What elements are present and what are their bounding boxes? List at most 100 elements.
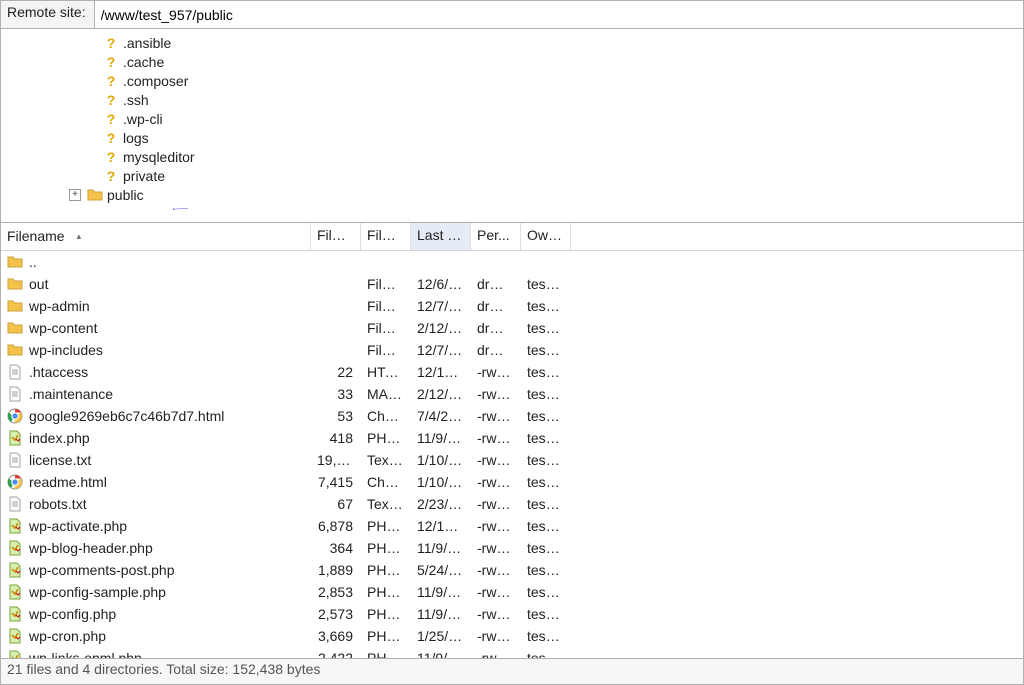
file-owner-label: test ...: [521, 492, 571, 516]
tree-node-label: logs: [123, 130, 149, 146]
column-header-filetype[interactable]: Filet...: [361, 223, 411, 250]
file-permissions-label: -rw-r...: [471, 580, 521, 604]
column-header-permissions[interactable]: Per...: [471, 223, 521, 250]
file-size-label: 67: [311, 492, 361, 516]
file-list-body[interactable]: .. outFile f...12/6/2...drwx...test ... …: [1, 251, 1023, 658]
file-name-label: wp-cron.php: [29, 628, 106, 644]
svg-text:?: ?: [107, 111, 116, 127]
tree-node-label: .ansible: [123, 35, 171, 51]
file-name-label: license.txt: [29, 452, 91, 468]
tree-node-private[interactable]: ? private: [85, 166, 1023, 185]
php-icon: [7, 518, 23, 534]
column-header-owner[interactable]: Own...: [521, 223, 571, 250]
file-name-label: wp-includes: [29, 342, 103, 358]
file-size-label: 1,889: [311, 558, 361, 582]
tree-node-dot-ssh[interactable]: ? .ssh: [85, 90, 1023, 109]
file-row[interactable]: wp-comments-post.php 1,889PHP ...5/24/2..…: [1, 559, 1023, 581]
tree-node-dot-cache[interactable]: ? .cache: [85, 52, 1023, 71]
file-modified-label: [411, 258, 471, 266]
file-type-label: PHP ...: [361, 426, 411, 450]
file-owner-label: test ...: [521, 470, 571, 494]
file-row[interactable]: wp-contentFile f...2/12/2...drwx...test …: [1, 317, 1023, 339]
file-modified-label: 5/24/2...: [411, 558, 471, 582]
file-modified-label: 2/12/2...: [411, 382, 471, 406]
tree-node-public[interactable]: + public: [69, 185, 1023, 204]
file-size-label: 53: [311, 404, 361, 428]
file-modified-label: 12/6/2...: [411, 272, 471, 296]
svg-text:?: ?: [107, 130, 116, 146]
tree-node-label: private: [123, 168, 165, 184]
file-row[interactable]: wp-includesFile f...12/7/2...drwx...test…: [1, 339, 1023, 361]
file-size-label: [311, 258, 361, 266]
file-owner-label: test ...: [521, 646, 571, 658]
file-modified-label: 1/10/2...: [411, 448, 471, 472]
file-row[interactable]: .htaccess22HTA...12/14/...-rw-r...test .…: [1, 361, 1023, 383]
file-type-label: PHP ...: [361, 646, 411, 658]
tree-node-mysqleditor[interactable]: ? mysqleditor: [85, 147, 1023, 166]
file-row[interactable]: ..: [1, 251, 1023, 273]
file-permissions-label: -rw-r...: [471, 558, 521, 582]
tree-node-dot-ansible[interactable]: ? .ansible: [85, 33, 1023, 52]
file-list-header[interactable]: Filename ▴ Files... Filet... Last m... P…: [1, 223, 1023, 251]
file-modified-label: 12/7/2...: [411, 294, 471, 318]
file-permissions-label: drwx...: [471, 272, 521, 296]
file-type-label: Text ...: [361, 492, 411, 516]
file-row[interactable]: .maintenance33MAI...2/12/2...-rw-r...tes…: [1, 383, 1023, 405]
svg-text:?: ?: [107, 168, 116, 184]
tree-node-dot-composer[interactable]: ? .composer: [85, 71, 1023, 90]
file-owner-label: test ...: [521, 602, 571, 626]
file-owner-label: test ...: [521, 404, 571, 428]
folder-icon: [7, 320, 23, 336]
tree-node-label: .composer: [123, 73, 188, 89]
file-row[interactable]: google9269eb6c7c46b7d7.html53Chro...7/4/…: [1, 405, 1023, 427]
column-header-filesize[interactable]: Files...: [311, 223, 361, 250]
file-row[interactable]: wp-links-opml.php2,422PHP ...11/9/2...-r…: [1, 647, 1023, 658]
file-permissions-label: -rw-r...: [471, 536, 521, 560]
remote-tree-pane[interactable]: ? .ansible ? .cache ? .composer ? .ssh ?…: [1, 29, 1023, 223]
file-name-label: robots.txt: [29, 496, 87, 512]
file-owner-label: test ...: [521, 382, 571, 406]
file-size-label: [311, 280, 361, 288]
file-size-label: 418: [311, 426, 361, 450]
file-row[interactable]: wp-cron.php3,669PHP ...1/25/2...-rw-r...…: [1, 625, 1023, 647]
file-row[interactable]: wp-config-sample.php2,853PHP ...11/9/2..…: [1, 581, 1023, 603]
column-header-filename[interactable]: Filename ▴: [1, 223, 311, 250]
file-name-label: wp-content: [29, 320, 97, 336]
file-row[interactable]: wp-activate.php6,878PHP ...12/13/...-rw-…: [1, 515, 1023, 537]
file-row[interactable]: index.php418PHP ...11/9/2...-rw-r...test…: [1, 427, 1023, 449]
file-type-label: Chro...: [361, 404, 411, 428]
php-icon: [7, 650, 23, 658]
file-name-label: out: [29, 276, 48, 292]
file-row[interactable]: license.txt19,9...Text ...1/10/2...-rw-r…: [1, 449, 1023, 471]
file-row[interactable]: wp-config.php2,573PHP ...11/9/2...-rw-r.…: [1, 603, 1023, 625]
file-permissions-label: -rw-r...: [471, 624, 521, 648]
tree-node-logs[interactable]: ? logs: [85, 128, 1023, 147]
file-row[interactable]: outFile f...12/6/2...drwx...test ...: [1, 273, 1023, 295]
file-permissions-label: drwx...: [471, 316, 521, 340]
file-row[interactable]: wp-blog-header.php364PHP ...11/9/2...-rw…: [1, 537, 1023, 559]
file-name-label: wp-comments-post.php: [29, 562, 175, 578]
file-size-label: 2,853: [311, 580, 361, 604]
folder-icon: [87, 187, 103, 203]
file-type-label: PHP ...: [361, 536, 411, 560]
file-row[interactable]: robots.txt67Text ...2/23/2...-rw-r...tes…: [1, 493, 1023, 515]
file-size-label: 2,422: [311, 646, 361, 658]
file-row[interactable]: wp-adminFile f...12/7/2...drwx...test ..…: [1, 295, 1023, 317]
folder-icon: [7, 254, 23, 270]
folder-icon: [7, 276, 23, 292]
file-modified-label: 7/4/20...: [411, 404, 471, 428]
file-permissions-label: -rw-r...: [471, 404, 521, 428]
tree-expander-icon[interactable]: +: [69, 189, 81, 201]
file-name-label: wp-config-sample.php: [29, 584, 166, 600]
file-permissions-label: -rw-r...: [471, 602, 521, 626]
column-header-last-modified[interactable]: Last m...: [411, 223, 471, 250]
file-owner-label: test ...: [521, 514, 571, 538]
tree-node-dot-wp-cli[interactable]: ? .wp-cli: [85, 109, 1023, 128]
file-permissions-label: -rw-r...: [471, 360, 521, 384]
file-owner-label: test ...: [521, 426, 571, 450]
remote-path-input[interactable]: [95, 1, 1023, 28]
file-permissions-label: -rw-r...: [471, 382, 521, 406]
file-type-label: PHP ...: [361, 558, 411, 582]
file-row[interactable]: readme.html7,415Chro...1/10/2...-rw-r...…: [1, 471, 1023, 493]
file-modified-label: 12/13/...: [411, 514, 471, 538]
